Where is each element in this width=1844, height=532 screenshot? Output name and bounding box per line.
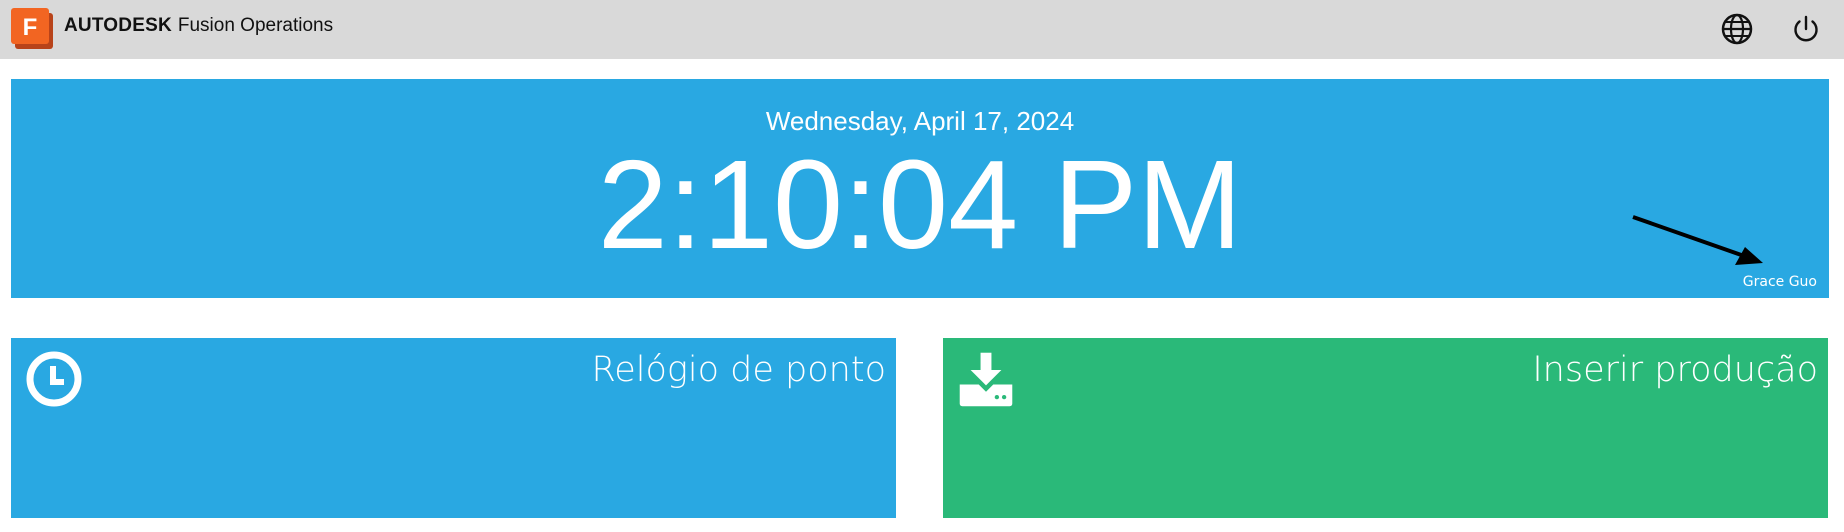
globe-icon bbox=[1721, 13, 1753, 45]
time-clock-tile[interactable]: Relógio de ponto bbox=[11, 338, 896, 518]
annotation-arrow-icon bbox=[1632, 215, 1763, 265]
brand-primary: AUTODESK bbox=[64, 15, 172, 36]
fusion-logo-icon: F bbox=[11, 8, 53, 49]
enter-production-tile[interactable]: Inserir produção bbox=[943, 338, 1828, 518]
current-date: Wednesday, April 17, 2024 bbox=[765, 106, 1075, 136]
power-icon bbox=[1794, 15, 1818, 42]
time-clock-label: Relógio de ponto bbox=[591, 350, 886, 390]
power-button[interactable] bbox=[1789, 12, 1823, 46]
user-name: Grace Guo bbox=[1742, 274, 1817, 290]
logo-letter: F bbox=[23, 14, 38, 41]
clock-icon bbox=[26, 351, 82, 407]
app-title: AUTODESK Fusion Operations bbox=[64, 14, 333, 38]
top-bar: F AUTODESK Fusion Operations bbox=[0, 0, 1844, 59]
download-icon bbox=[959, 352, 1013, 407]
enter-production-label: Inserir produção bbox=[1532, 350, 1818, 390]
language-button[interactable] bbox=[1720, 12, 1754, 46]
brand-secondary: Fusion Operations bbox=[177, 15, 334, 36]
clock-panel: Wednesday, April 17, 2024 2:10:04 PM Gra… bbox=[11, 79, 1829, 298]
current-time: 2:10:04 PM bbox=[597, 134, 1243, 275]
